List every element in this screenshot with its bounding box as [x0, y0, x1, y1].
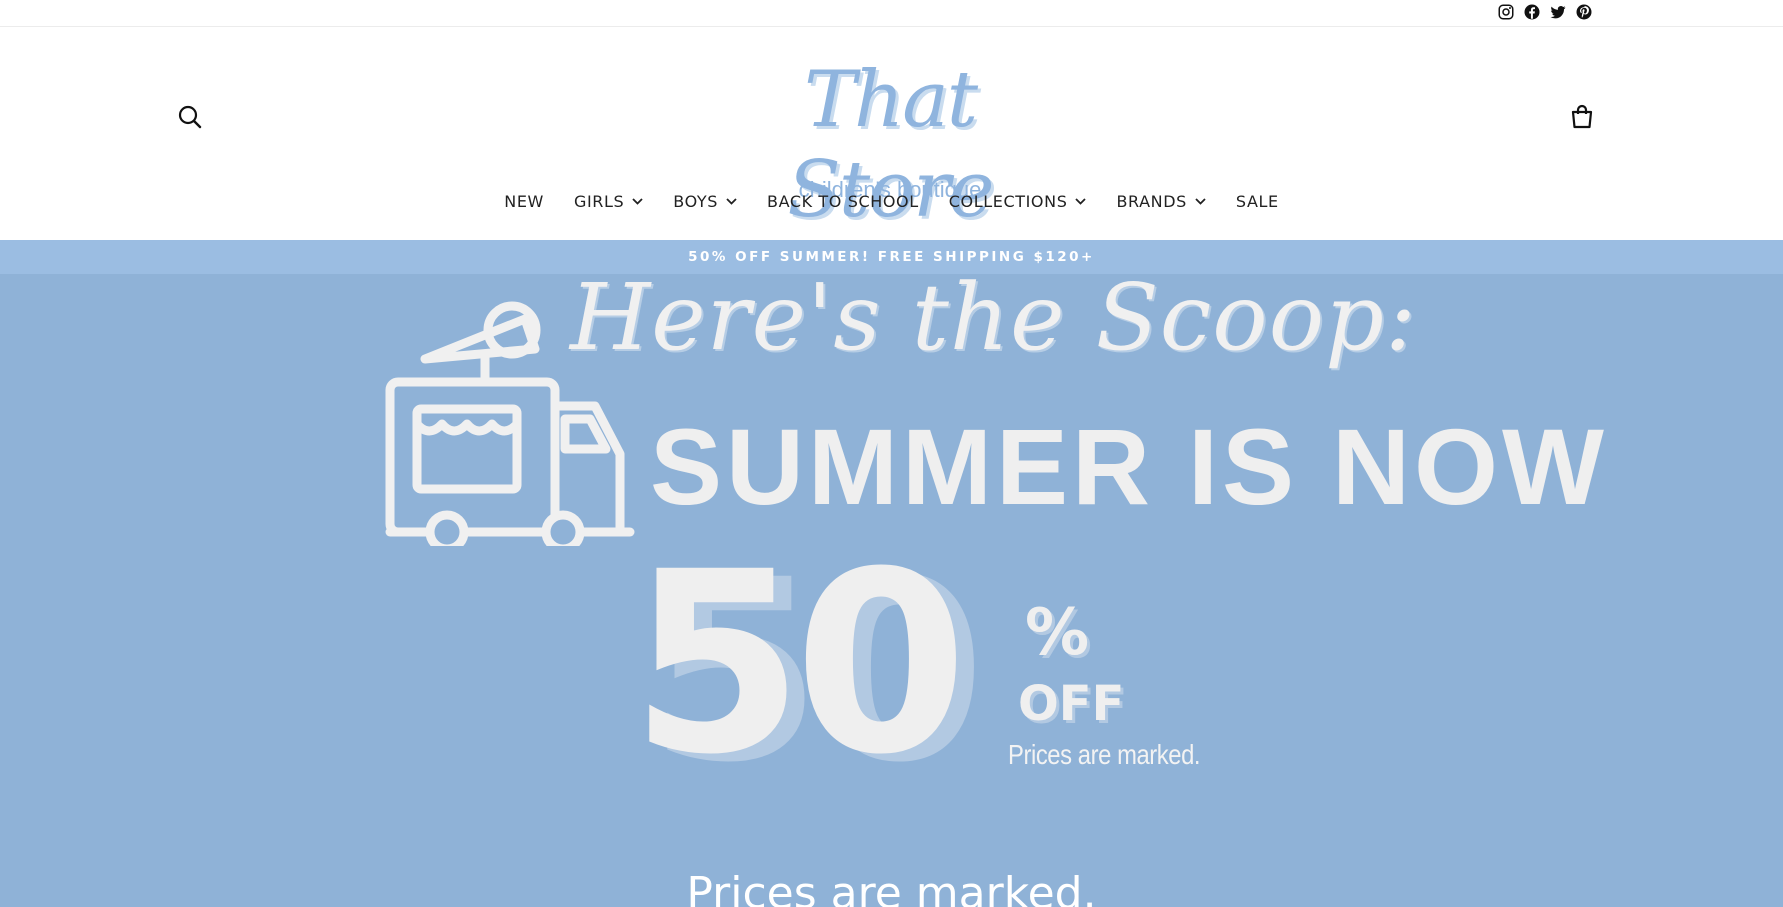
- hero-discount-number: 50: [630, 518, 968, 809]
- nav-item-label: BOYS: [673, 192, 719, 211]
- main-nav: NEW GIRLS BOYS BACK TO SCHOOL COLLECTION…: [0, 192, 1783, 211]
- announcement-bar[interactable]: 50% OFF SUMMER! FREE SHIPPING $120+: [0, 240, 1783, 274]
- pinterest-icon[interactable]: [1575, 3, 1593, 21]
- twitter-icon[interactable]: [1549, 3, 1567, 21]
- nav-item-new[interactable]: NEW: [504, 192, 544, 211]
- nav-item-girls[interactable]: GIRLS: [574, 192, 643, 211]
- site-logo[interactable]: That Store children's boutique: [730, 55, 1050, 235]
- search-icon[interactable]: [176, 103, 204, 131]
- chevron-down-icon: [726, 198, 737, 205]
- site-header: That Store children's boutique NEW GIRLS…: [0, 27, 1783, 240]
- hero-caption: Prices are marked.: [686, 868, 1097, 907]
- nav-item-label: BACK TO SCHOOL: [767, 192, 919, 211]
- nav-item-label: NEW: [504, 192, 544, 211]
- instagram-icon[interactable]: [1497, 3, 1515, 21]
- hero-percent-sign: %: [1025, 596, 1090, 670]
- nav-item-label: SALE: [1235, 192, 1279, 211]
- chevron-down-icon: [1195, 198, 1206, 205]
- nav-item-label: COLLECTIONS: [948, 192, 1068, 211]
- chevron-down-icon: [1075, 198, 1087, 205]
- nav-item-label: GIRLS: [573, 192, 625, 211]
- hero-small-note: Prices are marked.: [1008, 739, 1201, 770]
- nav-item-back-to-school[interactable]: BACK TO SCHOOL: [767, 192, 919, 211]
- nav-item-collections[interactable]: COLLECTIONS: [949, 192, 1087, 211]
- facebook-icon[interactable]: [1523, 3, 1541, 21]
- nav-item-label: BRANDS: [1116, 192, 1187, 211]
- hero-script-heading: Here's the Scoop:: [570, 274, 1417, 371]
- hero-off-label: OFF: [1018, 676, 1125, 732]
- top-social-bar: [0, 0, 1783, 27]
- chevron-down-icon: [632, 198, 643, 205]
- hero-heading: SUMMER IS NOW: [650, 406, 1608, 527]
- hero-banner[interactable]: Here's the Scoop: SUMMER IS NOW 50 % OFF…: [0, 274, 1783, 907]
- nav-item-brands[interactable]: BRANDS: [1116, 192, 1206, 211]
- cart-icon[interactable]: [1568, 103, 1596, 131]
- nav-item-boys[interactable]: BOYS: [673, 192, 737, 211]
- social-links: [1497, 3, 1593, 21]
- nav-item-sale[interactable]: SALE: [1236, 192, 1279, 211]
